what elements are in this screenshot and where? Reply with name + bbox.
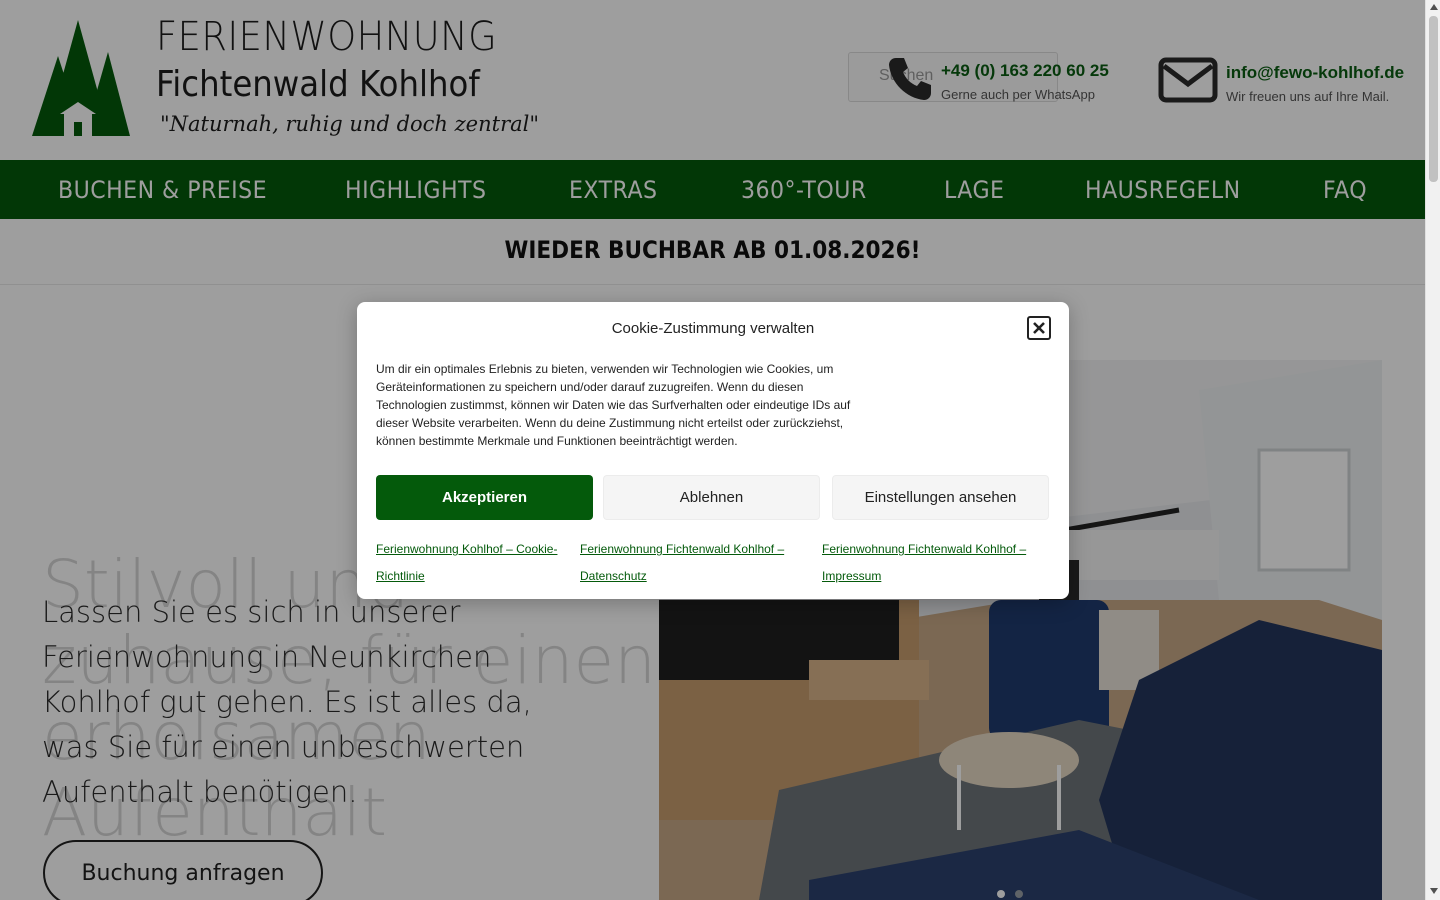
cookie-policy-link[interactable]: Ferienwohnung Kohlhof – Cookie-Richtlini… [376, 536, 566, 590]
close-icon [1033, 322, 1045, 334]
cookie-dialog-title: Cookie-Zustimmung verwalten [611, 320, 815, 337]
cookie-dialog-body: Um dir ein optimales Erlebnis zu bieten,… [376, 362, 851, 448]
accept-cookies-button[interactable]: Akzeptieren [376, 475, 593, 520]
scroll-up-arrow-icon[interactable] [1430, 4, 1438, 10]
imprint-link[interactable]: Ferienwohnung Fichtenwald Kohlhof – Impr… [822, 536, 1052, 590]
scroll-down-arrow-icon[interactable] [1430, 888, 1438, 894]
view-settings-button[interactable]: Einstellungen ansehen [832, 475, 1049, 520]
deny-cookies-button[interactable]: Ablehnen [603, 475, 820, 520]
cookie-consent-dialog: Cookie-Zustimmung verwalten Um dir ein o… [357, 302, 1069, 599]
page-scrollbar[interactable] [1425, 0, 1440, 900]
privacy-policy-link[interactable]: Ferienwohnung Fichtenwald Kohlhof – Date… [580, 536, 810, 590]
close-button[interactable] [1027, 316, 1051, 340]
scrollbar-thumb[interactable] [1429, 16, 1438, 182]
